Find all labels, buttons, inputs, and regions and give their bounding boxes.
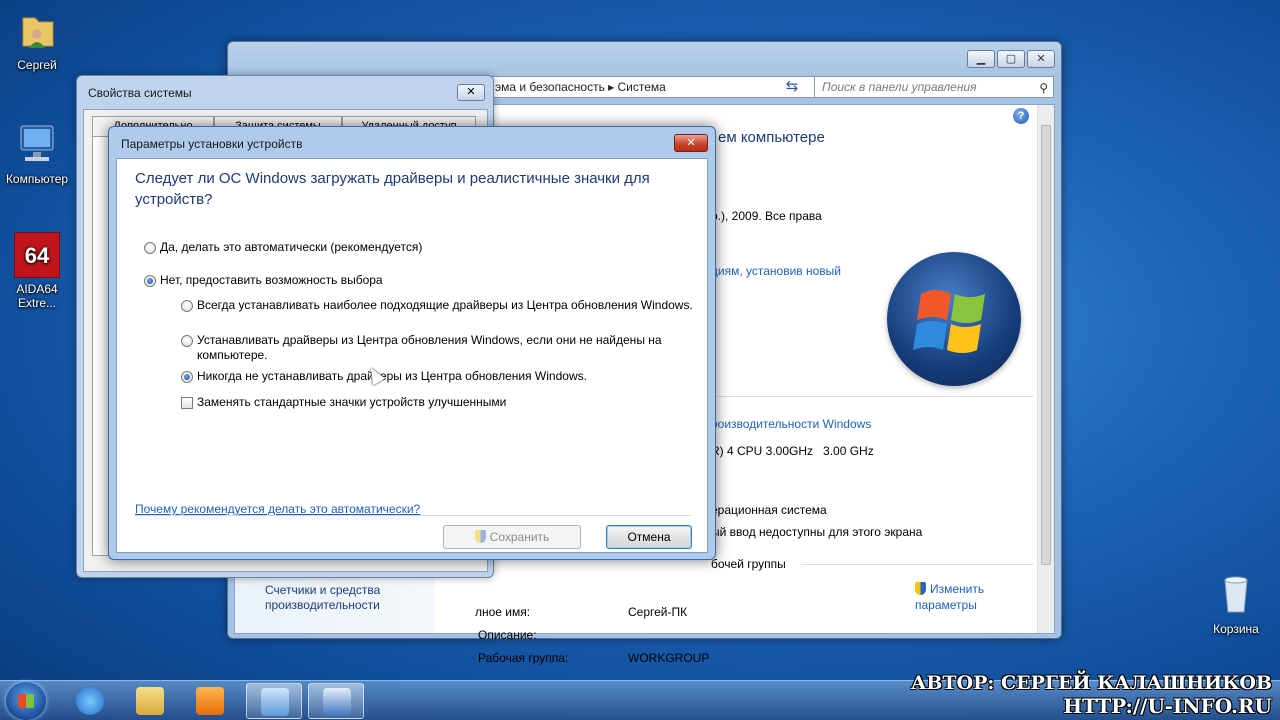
window-title: Свойства системы xyxy=(88,86,192,100)
uac-shield-icon xyxy=(915,582,926,595)
refresh-icon[interactable]: ⇆ xyxy=(781,76,803,98)
desktop-icon-label: Компьютер xyxy=(5,172,69,186)
save-label: Сохранить xyxy=(489,530,550,544)
radio-always[interactable] xyxy=(181,300,193,312)
divider xyxy=(717,396,1034,397)
full-name-value: Сергей-ПК xyxy=(628,605,688,619)
option-if-not-found-label[interactable]: Устанавливать драйверы из Центра обновле… xyxy=(197,333,667,363)
device-installation-dialog: Параметры установки устройств ✕ Следует … xyxy=(108,126,716,560)
desktop-icon-label: AIDA64 Extre... xyxy=(16,282,58,310)
desktop-icon-user[interactable]: Сергей xyxy=(0,6,74,72)
media-player-icon xyxy=(196,687,224,715)
taskbar-explorer[interactable] xyxy=(122,683,178,719)
performance-tools-link[interactable]: Счетчики и средства производительности xyxy=(265,583,415,613)
dialog-question: Следует ли ОС Windows загружать драйверы… xyxy=(135,170,650,208)
replace-icons-checkbox[interactable] xyxy=(181,397,193,409)
upgrade-link[interactable]: циям, установив новый xyxy=(711,264,841,278)
pen-touch-value: ый ввод недоступны для этого экрана xyxy=(711,525,923,539)
copyright-text: р.), 2009. Все права xyxy=(711,209,822,223)
cancel-button[interactable]: Отмена xyxy=(606,525,692,549)
desktop-icon-label: Корзина xyxy=(1213,622,1259,636)
close-button[interactable]: ✕ xyxy=(457,84,485,101)
workgroup-label: Рабочая группа: xyxy=(478,651,569,665)
save-button[interactable]: Сохранить xyxy=(443,525,581,549)
watermark-author: АВТОР: СЕРГЕЙ КАЛАШНИКОВ xyxy=(910,672,1272,694)
radio-manual[interactable] xyxy=(144,275,156,287)
taskbar: АВТОР: СЕРГЕЙ КАЛАШНИКОВ HTTP://U-INFO.R… xyxy=(0,672,1280,720)
watermark-site: HTTP://U-INFO.RU xyxy=(1063,694,1272,718)
computer-icon xyxy=(323,688,351,716)
dialog-title: Параметры установки устройств xyxy=(121,137,303,151)
option-never-label[interactable]: Никогда не устанавливать драйверы из Цен… xyxy=(197,369,587,384)
internet-explorer-icon xyxy=(76,687,104,715)
scrollbar-thumb[interactable] xyxy=(1041,125,1051,565)
option-auto-label[interactable]: Да, делать это автоматически (рекомендуе… xyxy=(160,240,422,255)
close-button[interactable]: ✕ xyxy=(674,134,708,152)
replace-icons-label[interactable]: Заменять стандартные значки устройств ул… xyxy=(197,395,506,410)
radio-if-not-found[interactable] xyxy=(181,335,193,347)
minimize-button[interactable]: ▁ xyxy=(967,50,995,68)
user-folder-icon xyxy=(13,6,61,54)
search-placeholder: Поиск в панели управления xyxy=(822,80,977,94)
taskbar-system-properties[interactable] xyxy=(308,683,364,719)
aida64-icon: 64 xyxy=(14,232,60,278)
desktop-icon-recycle-bin[interactable]: Корзина xyxy=(1199,570,1273,636)
radio-auto[interactable] xyxy=(144,242,156,254)
search-input[interactable]: Поиск в панели управления ⚲ xyxy=(814,76,1054,98)
window-controls: ▁ ▢ ✕ xyxy=(967,50,1055,68)
folder-icon xyxy=(136,687,164,715)
cancel-label: Отмена xyxy=(627,530,671,544)
description-label: Описание: xyxy=(478,628,537,642)
option-manual-label[interactable]: Нет, предоставить возможность выбора xyxy=(160,273,383,288)
dialog-body: Следует ли ОС Windows загружать драйверы… xyxy=(116,158,708,553)
performance-rating-link[interactable]: роизводительности Windows xyxy=(711,417,871,431)
desktop-icon-label: Сергей xyxy=(17,58,57,72)
breadcrumb: эма и безопасность ▸ Система xyxy=(495,80,666,94)
desktop-icon-aida64[interactable]: 64 AIDA64 Extre... xyxy=(0,232,74,310)
divider xyxy=(135,515,691,516)
control-panel-icon xyxy=(261,688,289,716)
workgroup-section-title: бочей группы xyxy=(711,557,786,571)
computer-icon xyxy=(13,120,61,168)
taskbar-media-player[interactable] xyxy=(182,683,238,719)
desktop-icon-computer[interactable]: Компьютер xyxy=(0,120,74,186)
close-button[interactable]: ✕ xyxy=(1027,50,1055,68)
divider xyxy=(801,564,1034,565)
option-always-label[interactable]: Всегда устанавливать наиболее подходящие… xyxy=(197,298,693,313)
full-name-label: лное имя: xyxy=(475,605,531,619)
windows-logo-icon xyxy=(887,252,1021,386)
start-button[interactable] xyxy=(6,682,46,720)
recycle-bin-icon xyxy=(1212,570,1260,618)
change-settings-link[interactable]: Изменить параметры xyxy=(915,581,1005,613)
taskbar-control-panel[interactable] xyxy=(246,683,302,719)
vertical-scrollbar[interactable] xyxy=(1037,105,1054,633)
search-icon: ⚲ xyxy=(1039,81,1048,95)
processor-value: R) 4 CPU 3.00GHz 3.00 GHz xyxy=(711,444,874,458)
page-heading: ем компьютере xyxy=(718,129,825,146)
maximize-button[interactable]: ▢ xyxy=(997,50,1025,68)
system-type-value: ерационная система xyxy=(711,503,827,517)
help-icon[interactable]: ? xyxy=(1013,108,1029,124)
why-automatic-link[interactable]: Почему рекомендуется делать это автомати… xyxy=(135,502,420,516)
uac-shield-icon xyxy=(474,530,486,543)
taskbar-ie[interactable] xyxy=(62,683,118,719)
radio-never[interactable] xyxy=(181,371,193,383)
workgroup-value: WORKGROUP xyxy=(628,651,710,665)
